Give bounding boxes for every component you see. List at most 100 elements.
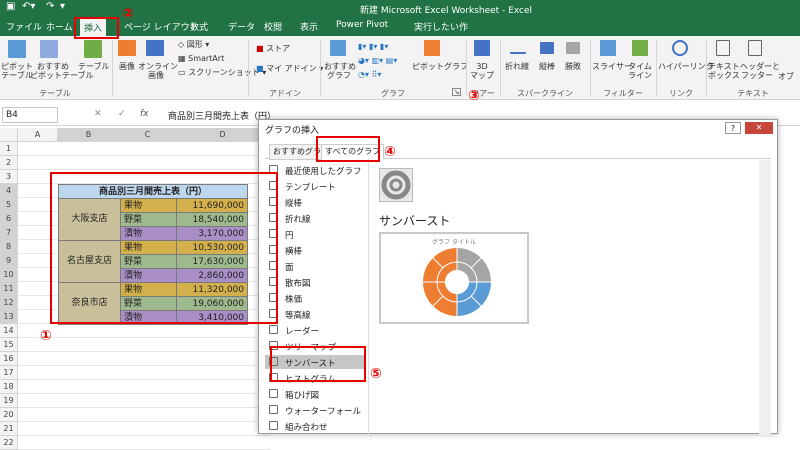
chart-type-item[interactable]: 組み合わせ [265,419,365,433]
smartart-button[interactable]: ▦ SmartArt [178,54,224,63]
chart-type-buttons-row3[interactable]: ◔▾ ⠿▾ [358,70,381,79]
tell-me-search[interactable]: 実行したい作 [414,20,468,33]
table-button[interactable]: テーブル [78,62,110,71]
grid-line [18,351,270,352]
row-header[interactable]: 16 [0,352,18,366]
row-header[interactable]: 18 [0,380,18,394]
row-header[interactable]: 13 [0,310,18,324]
chart-type-item[interactable]: 折れ線 [265,211,365,225]
row-header[interactable]: 11 [0,282,18,296]
row-header[interactable]: 8 [0,240,18,254]
chart-type-item[interactable]: レーダー [265,323,365,337]
help-button[interactable]: ? [725,122,741,134]
row-header[interactable]: 12 [0,296,18,310]
pivot-table-button[interactable]: ピボット テーブル [0,62,34,80]
quick-access-icon[interactable]: ▾ [60,1,65,12]
row-header[interactable]: 9 [0,254,18,268]
column-header-d[interactable]: D [176,128,270,142]
row-header[interactable]: 4 [0,184,18,198]
shapes-button[interactable]: ◇ 図形 ▾ [178,40,209,49]
recommended-pivot-button[interactable]: おすすめ ピボットテーブル [30,62,94,80]
my-addins-button[interactable]: ■ マイ アドイン ▾ [256,64,323,73]
hyperlink-button[interactable]: ハイパーリンク [658,62,714,71]
grid-line [18,407,270,408]
row-header[interactable]: 17 [0,366,18,380]
select-all-corner[interactable] [0,128,18,142]
chart-type-item[interactable]: 散布図 [265,275,365,289]
row-header[interactable]: 3 [0,170,18,184]
sparkline-column-button[interactable]: 縦棒 [532,62,562,71]
recommended-charts-button[interactable]: おすすめ グラフ [324,62,356,80]
sunburst-thumb-icon [381,170,411,200]
sparkline-winloss-button[interactable]: 勝敗 [560,62,586,71]
chart-preview[interactable]: グラフ タイトル [379,232,529,324]
group-label-text: テキスト [737,89,769,98]
object-button[interactable]: オブ [778,72,798,81]
timeline-button[interactable]: タイム ライン [626,62,654,80]
chart-type-buttons-row1[interactable]: ▮▾ ▮▾ ▮▾ [358,42,388,51]
tab-data[interactable]: データ [228,20,255,33]
tab-power-pivot[interactable]: Power Pivot [336,20,388,30]
tab-home[interactable]: ホーム [46,20,73,33]
tab-view[interactable]: 表示 [300,20,318,33]
chart-type-item[interactable]: 円 [265,227,365,241]
row-header[interactable]: 1 [0,142,18,156]
chart-type-item[interactable]: 箱ひげ図 [265,387,365,401]
dialog-close-button[interactable]: ✕ [745,122,773,134]
pivot-chart-button[interactable]: ピボットグラフ [412,62,468,71]
row-header[interactable]: 15 [0,338,18,352]
column-header-a[interactable]: A [18,128,58,142]
name-box[interactable]: B4 [2,107,58,123]
chart-type-label: 組み合わせ [285,423,328,433]
table-icon [84,40,102,58]
store-button[interactable]: ■ ストア [256,44,290,53]
row-header[interactable]: 22 [0,436,18,450]
annotation-1: ① [40,328,52,344]
sunburst-thumbnail[interactable] [379,168,413,202]
screenshot-button[interactable]: ▭ スクリーンショット ▾ [178,68,266,77]
chart-type-label: 株価 [285,295,303,305]
redo-icon[interactable]: ↷ [46,1,54,12]
column-header-c[interactable]: C [120,128,176,142]
chart-type-item[interactable]: ウォーターフォール [265,403,365,417]
row-header[interactable]: 10 [0,268,18,282]
column-header-b[interactable]: B [58,128,120,142]
chart-type-list: 最近使用したグラフ テンプレート 縦棒 折れ線円横棒面散布図 株価 等高線 レーダー ツリーマ… [265,159,369,435]
tab-page-layout[interactable]: ページ レイアウト [124,20,199,33]
row-header[interactable]: 19 [0,394,18,408]
row-header[interactable]: 2 [0,156,18,170]
chart-type-item[interactable]: 面 [265,259,365,273]
row-header[interactable]: 7 [0,226,18,240]
chart-type-buttons-row2[interactable]: ◕▾ ▥▾ ▤▾ [358,56,397,65]
row-header[interactable]: 20 [0,408,18,422]
chart-type-item[interactable]: テンプレート [265,179,365,193]
pivot-table-icon [8,40,26,58]
tab-review[interactable]: 校閲 [264,20,282,33]
online-pictures-button[interactable]: オンライン 画像 [138,62,178,80]
pictures-button[interactable]: 画像 [116,62,138,71]
chart-type-item[interactable]: 等高線 [265,307,365,321]
header-footer-button[interactable]: ヘッダーと フッター [740,62,780,80]
highlight-sunburst-item [270,346,366,382]
dialog-scrollbar[interactable] [759,160,771,435]
textbox-button[interactable]: テキスト ボックス [708,62,740,80]
save-icon[interactable]: ▣ [6,1,15,12]
slicer-button[interactable]: スライサー [592,62,632,71]
row-header[interactable]: 14 [0,324,18,338]
chart-type-item[interactable]: 最近使用したグラフ [265,163,365,177]
tab-file[interactable]: ファイル [6,20,42,33]
tab-formulas[interactable]: 数式 [190,20,208,33]
sparkline-line-button[interactable]: 折れ線 [502,62,532,71]
chart-type-item[interactable]: 縦棒 [265,195,365,209]
chart-type-item[interactable]: 株価 [265,291,365,305]
enter-icon[interactable]: ✓ [118,109,126,119]
undo-icon[interactable]: ↶▾ [22,1,35,12]
cancel-icon[interactable]: ✕ [94,109,102,119]
chart-type-item[interactable]: 横棒 [265,243,365,257]
chart-dialog-launcher[interactable]: ↘ [452,88,461,96]
grid-line [18,435,270,436]
3d-map-button[interactable]: 3D マップ [468,62,496,80]
row-header[interactable]: 5 [0,198,18,212]
fx-button[interactable]: fx [140,109,149,119]
row-header[interactable]: 6 [0,212,18,226]
